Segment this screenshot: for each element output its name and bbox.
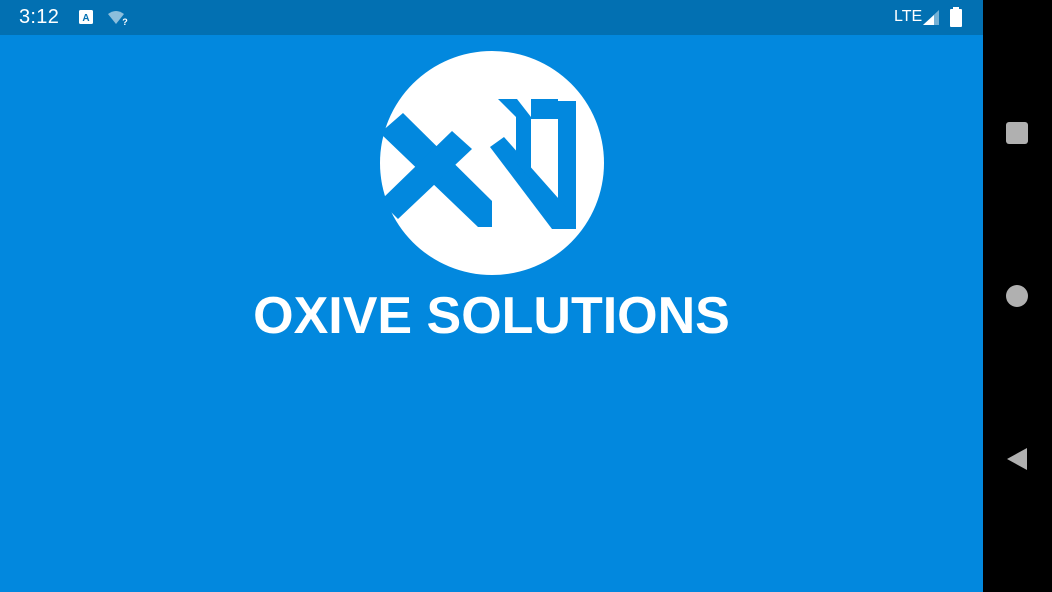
a-notification-icon: A <box>79 10 93 24</box>
xn-logo-icon <box>380 51 604 275</box>
svg-text:A: A <box>82 13 89 24</box>
wifi-unknown-icon: ? <box>108 11 128 27</box>
network-type-label: LTE <box>894 8 923 25</box>
svg-text:?: ? <box>122 17 128 27</box>
status-bar: 3:12 A ? LTE <box>0 0 983 35</box>
home-button[interactable] <box>1005 284 1029 308</box>
back-button[interactable] <box>1004 446 1030 472</box>
splash-screen: 3:12 A ? LTE OXIVE SOLUTIONS <box>0 0 983 592</box>
cell-signal-icon <box>923 10 939 25</box>
battery-icon <box>950 7 962 27</box>
brand-name: OXIVE SOLUTIONS <box>253 287 730 345</box>
recents-button[interactable] <box>1005 121 1029 145</box>
status-time: 3:12 <box>19 6 60 28</box>
